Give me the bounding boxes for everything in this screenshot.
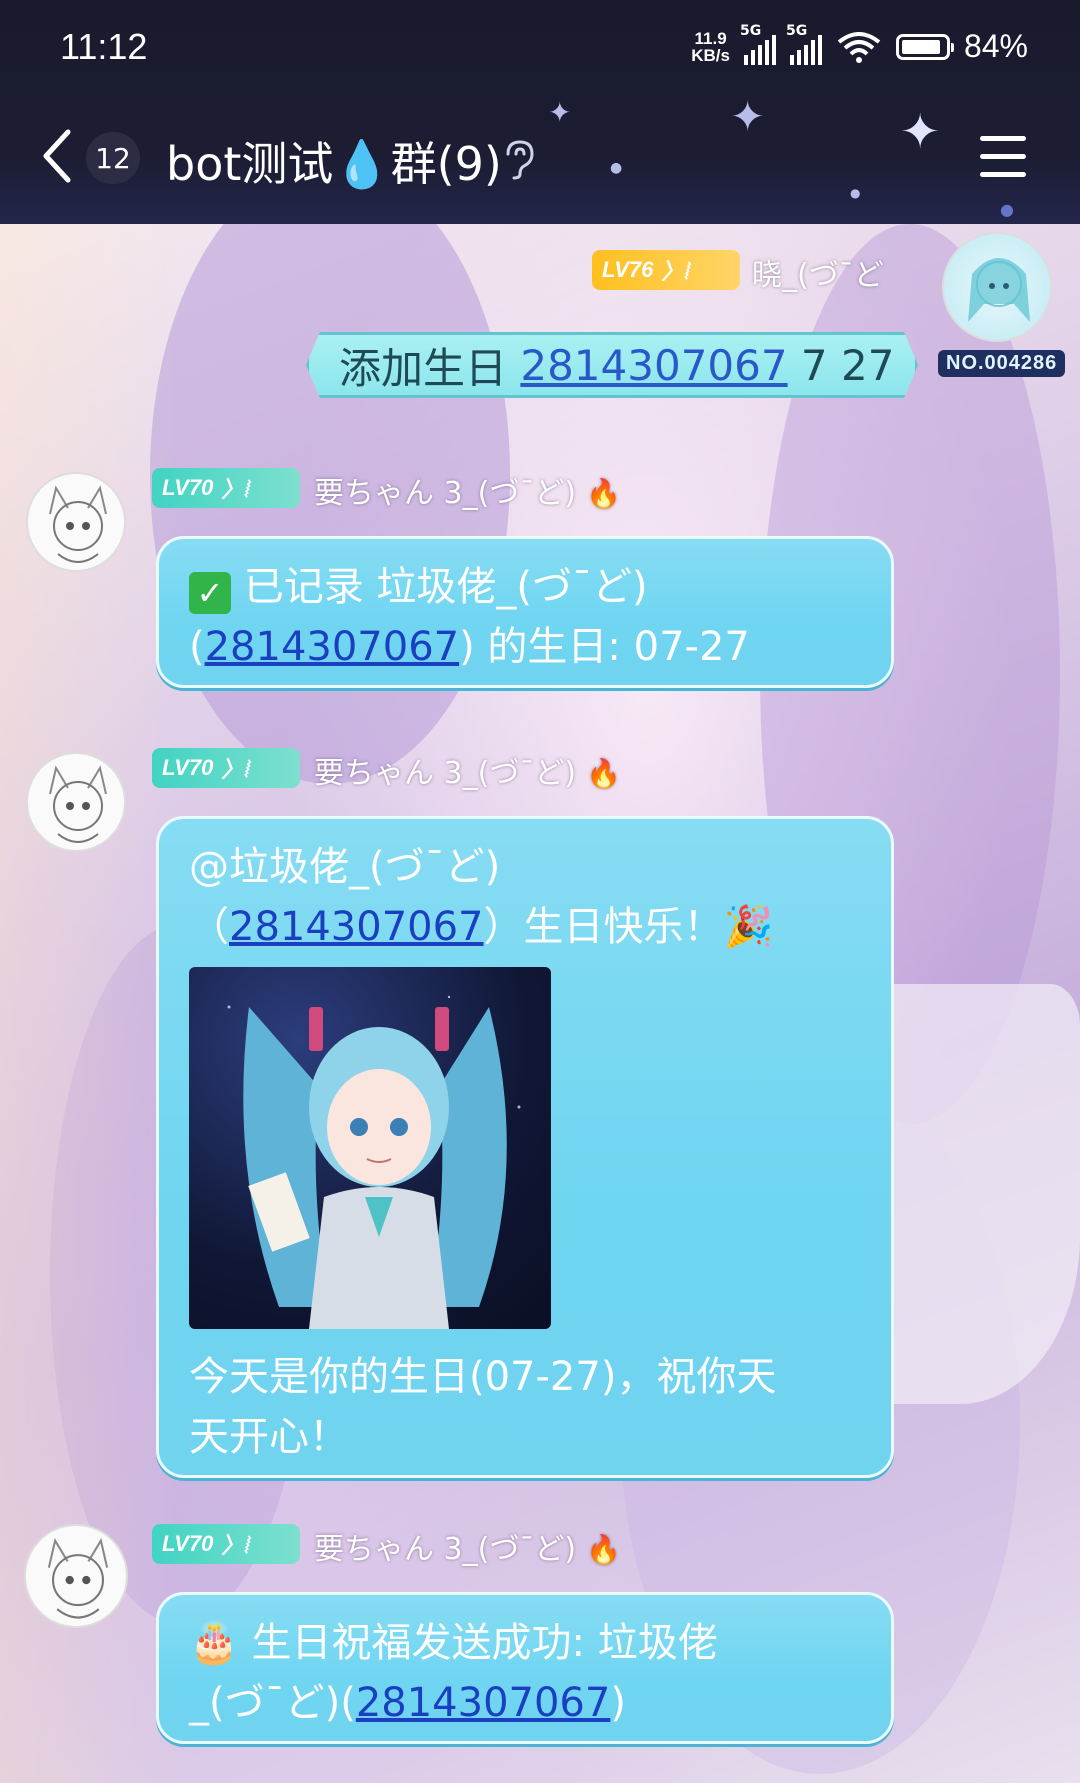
avatar-character-icon — [968, 258, 1030, 322]
back-chevron-icon[interactable] — [38, 126, 78, 186]
sim1-signal-icon: 5G — [740, 23, 776, 65]
sim2-signal-icon: 5G — [786, 23, 822, 65]
sender-name[interactable]: 晓_(づ¯ど — [752, 250, 884, 294]
fire-icon: 🔥 — [586, 1533, 621, 1566]
level-badge: LV70 〉⦚ — [152, 1524, 300, 1564]
avatar[interactable] — [24, 1524, 128, 1628]
qq-number-link[interactable]: 2814307067 — [356, 1680, 611, 1726]
sender-name[interactable]: 要ちゃん 3_(づ¯ど) 🔥 — [314, 748, 621, 792]
mention[interactable]: @垃圾佬_(づ¯ど) — [189, 837, 861, 897]
ear-icon[interactable] — [500, 138, 536, 180]
network-speed: 11.9 KB/s — [691, 28, 730, 65]
avatar[interactable] — [26, 472, 126, 572]
sender-name[interactable]: 要ちゃん 3_(づ¯ど) 🔥 — [314, 468, 621, 512]
sparkle-decoration: ✦ — [730, 92, 766, 141]
status-icons: 11.9 KB/s 5G 5G 84% — [691, 23, 1028, 65]
qq-number-link[interactable]: 2814307067 — [229, 904, 484, 950]
status-time: 11:12 — [60, 26, 148, 67]
avatar[interactable] — [942, 232, 1052, 342]
check-icon: ✓ — [189, 572, 231, 614]
sparkle-decoration: ✦ — [548, 96, 572, 129]
level-badge: LV70 〉⦚ — [152, 748, 300, 788]
top-bar: ✦ ✦ ✦ ● ● ● 11:12 11.9 KB/s 5G 5G 84% 12… — [0, 0, 1080, 224]
battery-icon — [895, 33, 954, 60]
sparkle-decoration: ● — [610, 160, 623, 176]
level-badge: LV76 〉⦚ — [592, 250, 740, 290]
sparkle-decoration: ✦ — [900, 104, 941, 160]
sparkle-decoration: ● — [1000, 200, 1014, 219]
qq-number-link[interactable]: 2814307067 — [520, 341, 787, 390]
avatar-character-icon — [49, 485, 107, 563]
chat-area[interactable]: LV76 〉⦚ 晓_(づ¯ど NO.004286 添加生日 2814307067 … — [0, 224, 1080, 1783]
qq-number-link[interactable]: 2814307067 — [205, 624, 460, 670]
unread-count-badge[interactable]: 12 — [86, 132, 140, 184]
birthday-image[interactable] — [189, 967, 551, 1329]
battery-percent: 84% — [963, 28, 1028, 64]
sender-name[interactable]: 要ちゃん 3_(づ¯ど) 🔥 — [314, 1524, 621, 1568]
avatar[interactable] — [26, 752, 126, 852]
menu-icon[interactable] — [980, 136, 1026, 178]
wifi-icon — [837, 31, 881, 63]
fire-icon: 🔥 — [586, 757, 621, 790]
message-bubble[interactable]: 🎂 生日祝福发送成功: 垃圾佬 _(づ¯ど)(2814307067) — [156, 1592, 894, 1744]
fire-icon: 🔥 — [586, 477, 621, 510]
anime-illustration-image — [227, 995, 521, 1329]
sparkle-decoration: ● — [850, 186, 861, 200]
chat-title[interactable]: bot测试💧群(9) — [166, 128, 502, 194]
member-number-badge: NO.004286 — [938, 350, 1066, 377]
avatar-character-icon — [49, 765, 107, 843]
message-bubble[interactable]: @垃圾佬_(づ¯ど) （2814307067）生日快乐！🎉 今天是你的生日(07… — [156, 816, 894, 1478]
level-badge: LV70 〉⦚ — [152, 468, 300, 508]
message-bubble[interactable]: ✓ 已记录 垃圾佬_(づ¯ど) (2814307067) 的生日: 07-27 — [156, 536, 894, 688]
message-bubble-self[interactable]: 添加生日 2814307067 7 27 — [306, 332, 918, 398]
avatar-character-icon — [47, 1537, 109, 1619]
